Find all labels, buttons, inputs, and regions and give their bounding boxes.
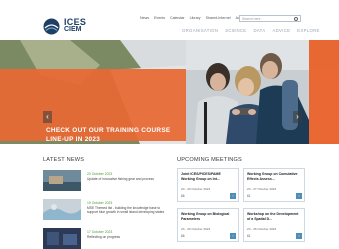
topnav-item-library[interactable]: Library: [190, 16, 201, 22]
mainnav-item-data[interactable]: DATA: [253, 28, 265, 33]
latest-news-list: 20 October 2023 Update of innovative fis…: [43, 170, 168, 249]
topnav-item-calendar[interactable]: Calendar: [170, 16, 185, 22]
main-nav: ORGANISATION SCIENCE DATA ADVICE EXPLORE: [182, 28, 320, 33]
news-item[interactable]: 17 October 2023 Reflecting on progress: [43, 228, 168, 249]
meeting-open-button[interactable]: ›: [296, 233, 302, 239]
search-placeholder: Search here: [242, 17, 261, 21]
meeting-date: 20 - 20 October 2023: [181, 187, 211, 191]
news-title[interactable]: Reflecting on progress: [87, 235, 169, 239]
mainnav-item-explore[interactable]: EXPLORE: [297, 28, 319, 33]
meeting-title[interactable]: Joint ICES/PICES/PAME Working Group on I…: [181, 172, 233, 181]
news-title[interactable]: Update of innovative fishing gear and pr…: [87, 177, 169, 181]
top-utility-nav: News Events Calendar Library Shared-Inte…: [140, 16, 246, 22]
meeting-date: 23 - 26 October 2023: [181, 227, 211, 231]
meeting-title[interactable]: Working Group on Cumulative Effects Asse…: [247, 172, 299, 181]
meeting-date: 23 - 26 October 2023: [247, 227, 277, 231]
news-item[interactable]: 20 October 2023 Update of innovative fis…: [43, 170, 168, 195]
news-thumbnail: [43, 228, 81, 249]
hero-next-arrow[interactable]: ›: [293, 111, 302, 123]
meeting-location: 61: [247, 234, 251, 238]
search-icon[interactable]: [294, 17, 298, 21]
meeting-card[interactable]: Workshop on the Development of a Spatial…: [243, 208, 305, 242]
meeting-title[interactable]: Workshop on the Development of a Spatial…: [247, 212, 299, 221]
logo-mark-icon: [43, 18, 60, 34]
logo-text-ices: ICES: [64, 17, 87, 27]
search-input[interactable]: Search here: [239, 15, 301, 22]
hero-photo: [186, 40, 309, 144]
mainnav-item-science[interactable]: SCIENCE: [225, 28, 246, 33]
meeting-open-button[interactable]: ›: [296, 193, 302, 199]
meeting-title[interactable]: Working Group on Biological Parameters: [181, 212, 233, 221]
news-date: 17 October 2023: [87, 230, 113, 234]
hero-banner[interactable]: ‹ › CHECK OUT OUR TRAINING COURSE LINE-U…: [0, 40, 339, 144]
meeting-card[interactable]: Working Group on Cumulative Effects Asse…: [243, 168, 305, 202]
logo-text-ciem: CIEM: [64, 26, 82, 33]
upcoming-meetings-heading: UPCOMING MEETINGS: [177, 157, 242, 163]
meeting-open-button[interactable]: ›: [230, 193, 236, 199]
meeting-location: 66: [181, 194, 185, 198]
news-date: 19 October 2023: [87, 201, 113, 205]
topnav-item-news[interactable]: News: [140, 16, 149, 22]
news-thumbnail: [43, 170, 81, 191]
news-date: 20 October 2023: [87, 172, 113, 176]
meeting-card[interactable]: Joint ICES/PICES/PAME Working Group on I…: [177, 168, 239, 202]
latest-news-heading: LATEST NEWS: [43, 157, 85, 163]
site-header: ICES CIEM News Events Calendar Library S…: [0, 0, 339, 40]
topnav-item-shared-internet[interactable]: Shared-Internet: [206, 16, 231, 22]
news-thumbnail: [43, 199, 81, 220]
meeting-location: 61: [247, 194, 251, 198]
news-item[interactable]: 19 October 2023 MSE Themed list - buildi…: [43, 199, 168, 224]
meeting-card[interactable]: Working Group on Biological Parameters 2…: [177, 208, 239, 242]
meeting-location: 66: [181, 234, 185, 238]
mainnav-item-advice[interactable]: ADVICE: [272, 28, 290, 33]
meeting-date: 23 - 27 October 2023: [247, 187, 277, 191]
meeting-open-button[interactable]: ›: [230, 233, 236, 239]
hero-caption[interactable]: CHECK OUT OUR TRAINING COURSE LINE-UP IN…: [46, 126, 186, 144]
ices-logo[interactable]: ICES CIEM: [43, 15, 103, 37]
news-title[interactable]: MSE Themed list - building the knowledge…: [87, 206, 169, 214]
hero-prev-arrow[interactable]: ‹: [43, 111, 52, 123]
hero-people-illustration: [186, 40, 309, 144]
topnav-item-events[interactable]: Events: [154, 16, 165, 22]
mainnav-item-organisation[interactable]: ORGANISATION: [182, 28, 218, 33]
